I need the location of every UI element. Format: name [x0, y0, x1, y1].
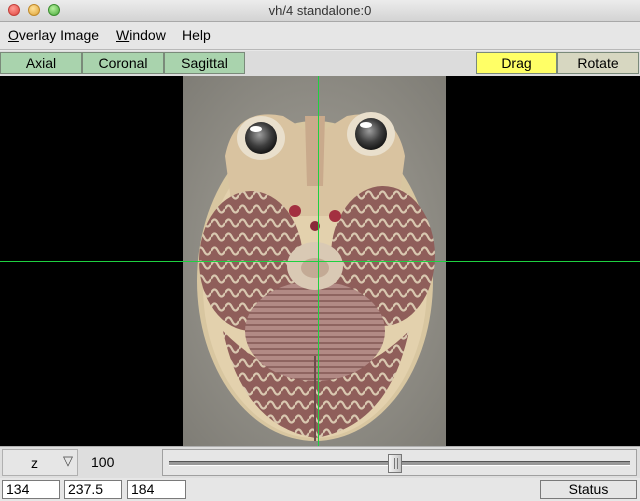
coronal-button[interactable]: Coronal — [82, 52, 164, 74]
x-coordinate-field[interactable]: 134 — [2, 480, 60, 499]
y-coordinate-field[interactable]: 237.5 — [64, 480, 122, 499]
view-toolbar: Axial Coronal Sagittal Drag Rotate — [0, 51, 640, 76]
status-label: Status — [540, 480, 637, 499]
axial-button[interactable]: Axial — [0, 52, 82, 74]
menu-help[interactable]: Help — [182, 27, 211, 43]
axis-select[interactable]: z ▽ — [2, 449, 78, 476]
slice-controls: z ▽ 100 — [0, 446, 640, 478]
dropdown-triangle-icon: ▽ — [63, 453, 73, 468]
status-row: 134 237.5 184 Status — [0, 478, 640, 501]
slice-number: 100 — [91, 454, 115, 470]
menu-overlay-image[interactable]: Overlay Image — [8, 27, 99, 43]
title-bar: vh/4 standalone:0 — [0, 0, 640, 22]
z-coordinate-field[interactable]: 184 — [127, 480, 186, 499]
sagittal-button[interactable]: Sagittal — [164, 52, 245, 74]
drag-mode-button[interactable]: Drag — [476, 52, 557, 74]
menu-window[interactable]: Window — [116, 27, 166, 43]
window-title: vh/4 standalone:0 — [268, 3, 372, 18]
axis-select-value: z — [31, 455, 38, 471]
crosshair-horizontal — [0, 261, 640, 262]
slider-thumb[interactable] — [387, 454, 402, 473]
slice-slider[interactable] — [162, 449, 637, 476]
rotate-mode-button[interactable]: Rotate — [557, 52, 639, 74]
menu-bar: Overlay Image Window Help — [0, 22, 640, 50]
image-viewport[interactable] — [0, 76, 640, 446]
